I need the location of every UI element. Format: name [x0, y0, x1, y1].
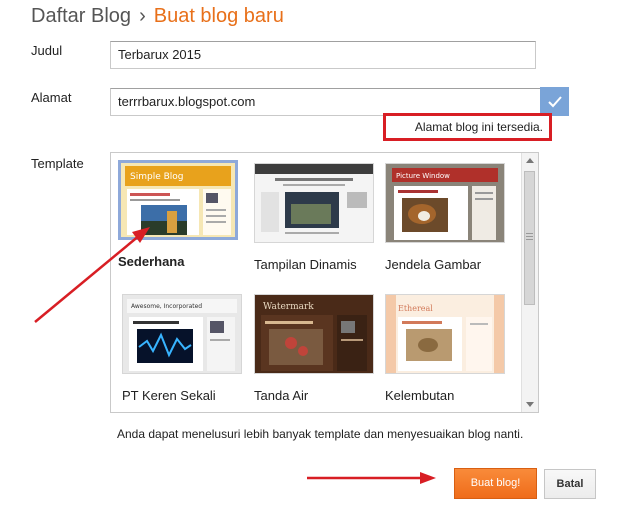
annotation-arrow-template	[34, 227, 150, 323]
annotation-arrow-create	[307, 472, 436, 484]
annotation-arrows	[34, 227, 436, 484]
